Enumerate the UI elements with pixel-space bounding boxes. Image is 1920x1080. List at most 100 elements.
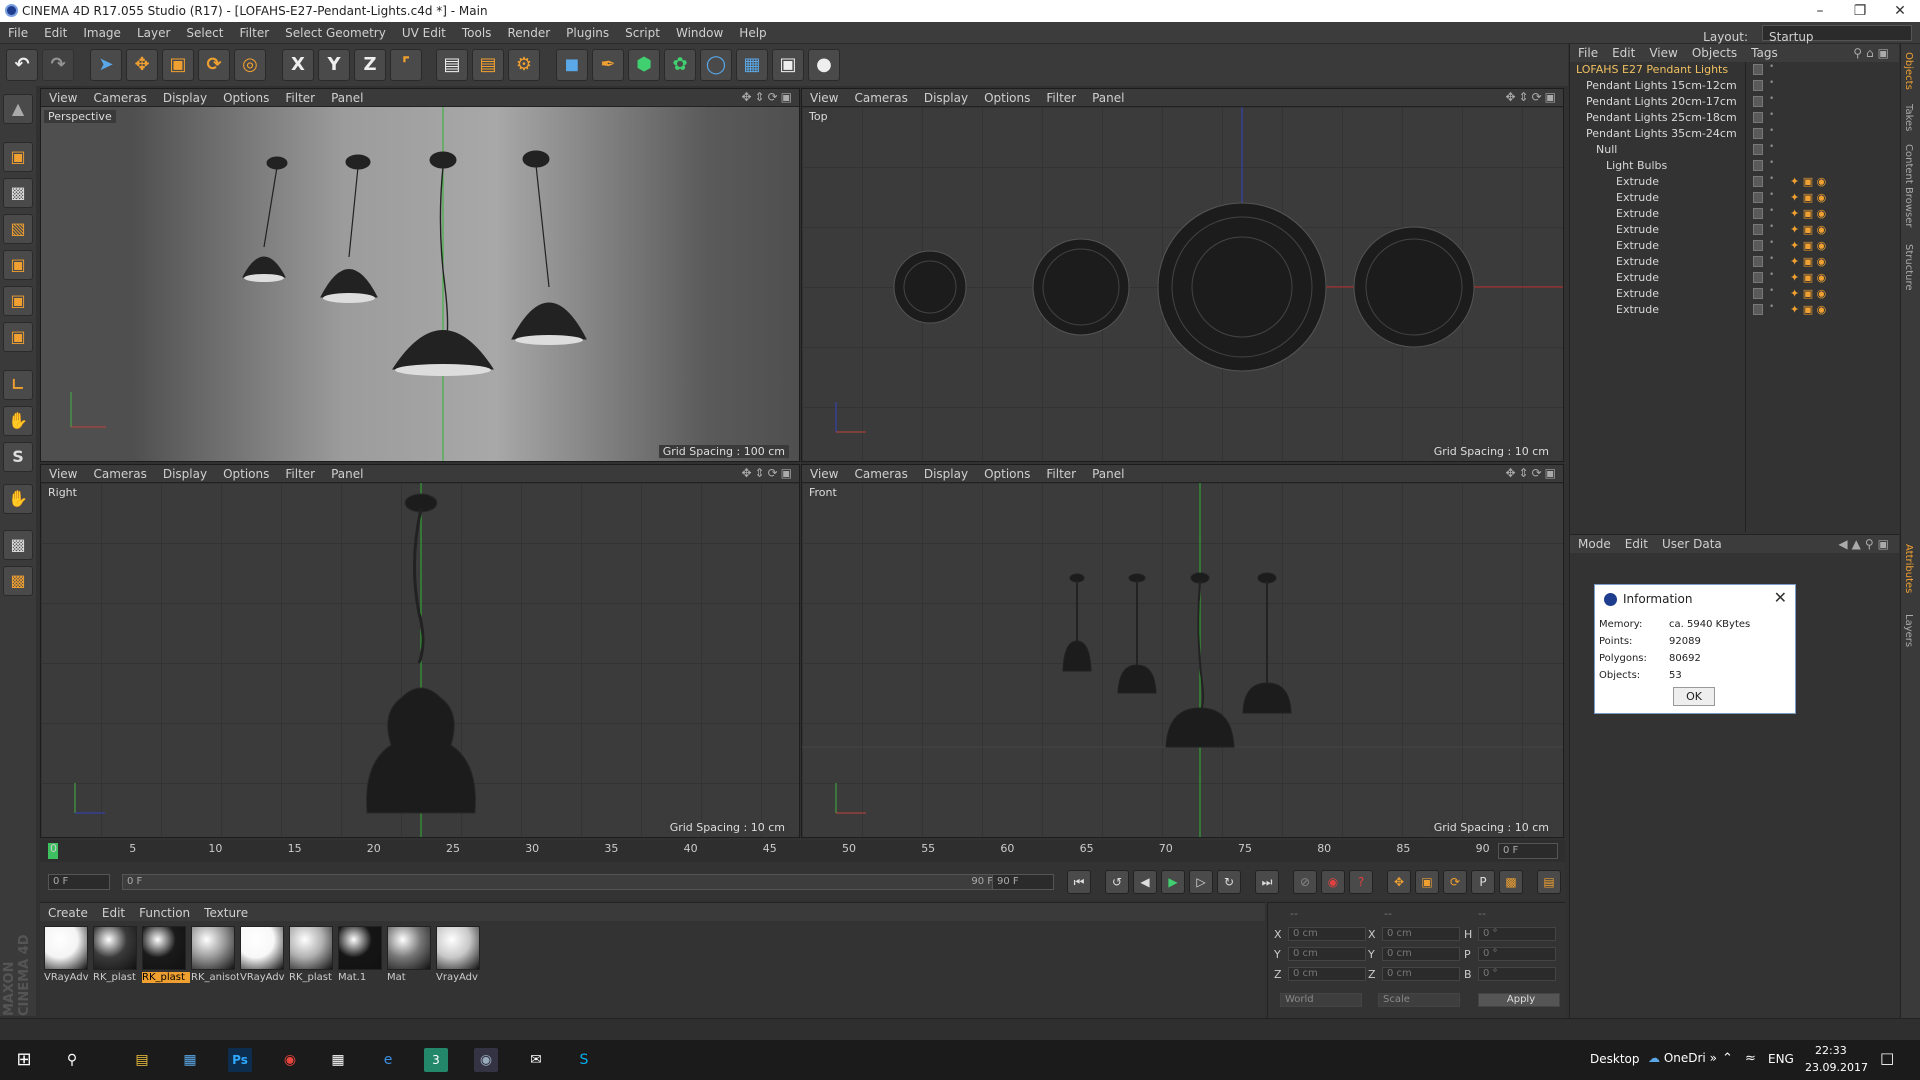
notifications-icon[interactable]: □ <box>1880 1049 1894 1067</box>
menu-help[interactable]: Help <box>731 22 774 40</box>
object-row[interactable]: Light Bulbs • <box>1570 158 1900 174</box>
material-tags-icon[interactable]: ✦ ▣ ◉ <box>1790 175 1826 188</box>
app-3-icon[interactable]: 3 <box>424 1048 448 1072</box>
render-dots-icon[interactable]: • <box>1769 174 1774 184</box>
autokey-icon[interactable]: ? <box>1349 870 1373 894</box>
key-parameter-icon[interactable]: P <box>1471 870 1495 894</box>
attr-menu-edit[interactable]: Edit <box>1617 535 1654 551</box>
viewport-top[interactable]: View Cameras Display Options Filter Panel ✥⇕⟳… <box>801 88 1564 462</box>
material-tags-icon[interactable]: ✦ ▣ ◉ <box>1790 303 1826 316</box>
cinema4d-taskbar-icon[interactable]: ◉ <box>474 1048 498 1072</box>
attr-menu-mode[interactable]: Mode <box>1570 535 1617 551</box>
start-frame-field[interactable]: 0 F <box>48 874 110 890</box>
material-tags-icon[interactable]: ✦ ▣ ◉ <box>1790 239 1826 252</box>
render-dots-icon[interactable]: • <box>1769 190 1774 200</box>
object-row[interactable]: Extrude • ✦ ▣ ◉ <box>1570 270 1900 286</box>
skype-icon[interactable]: S <box>572 1048 596 1072</box>
visibility-toggle[interactable] <box>1753 112 1763 123</box>
world-dropdown[interactable]: World <box>1280 993 1362 1007</box>
network-icon[interactable]: ≈ <box>1745 1051 1756 1066</box>
vp-menu-view[interactable]: View <box>41 465 85 481</box>
menu-window[interactable]: Window <box>668 22 731 40</box>
object-row[interactable]: Pendant Lights 20cm-17cm • <box>1570 94 1900 110</box>
make-editable-icon[interactable]: ▲ <box>3 94 33 124</box>
visibility-toggle[interactable] <box>1753 64 1763 75</box>
render-dots-icon[interactable]: • <box>1769 286 1774 296</box>
floor-icon[interactable]: ▦ <box>736 49 768 81</box>
render-dots-icon[interactable]: • <box>1769 126 1774 136</box>
z-axis-lock-icon[interactable]: Z <box>354 49 386 81</box>
attr-menu-user-data[interactable]: User Data <box>1654 535 1728 551</box>
render-dots-icon[interactable]: • <box>1769 238 1774 248</box>
polygons-mode-icon[interactable]: ▣ <box>3 322 33 352</box>
visibility-toggle[interactable] <box>1753 304 1763 315</box>
visibility-toggle[interactable] <box>1753 256 1763 267</box>
menu-plugins[interactable]: Plugins <box>558 22 617 40</box>
menu-filter[interactable]: Filter <box>231 22 277 40</box>
coord-value-field[interactable]: 0 cm <box>1288 947 1366 961</box>
object-row[interactable]: Extrude • ✦ ▣ ◉ <box>1570 286 1900 302</box>
mat-menu-function[interactable]: Function <box>131 903 196 920</box>
coord-value-field[interactable]: 0 ° <box>1478 967 1556 981</box>
mat-menu-edit[interactable]: Edit <box>94 903 131 920</box>
go-to-start-icon[interactable]: ⏮ <box>1067 870 1091 894</box>
clock-time[interactable]: 22:33 <box>1815 1044 1847 1057</box>
visibility-toggle[interactable] <box>1753 176 1763 187</box>
material-swatch[interactable]: VRayAdv <box>240 926 285 986</box>
edges-mode-icon[interactable]: ▣ <box>3 286 33 316</box>
render-dots-icon[interactable]: • <box>1769 94 1774 104</box>
visibility-toggle[interactable] <box>1753 240 1763 251</box>
next-key-icon[interactable]: ↻ <box>1217 870 1241 894</box>
object-row[interactable]: Extrude • ✦ ▣ ◉ <box>1570 190 1900 206</box>
y-axis-lock-icon[interactable]: Y <box>318 49 350 81</box>
language-indicator[interactable]: ENG <box>1768 1052 1794 1066</box>
scale-tool-icon[interactable]: ▣ <box>162 49 194 81</box>
viewport-nav-icons[interactable]: ✥⇕⟳▣ <box>741 466 795 480</box>
material-swatch[interactable]: VrayAdv <box>436 926 480 986</box>
vp-menu-options[interactable]: Options <box>976 89 1038 105</box>
vp-menu-panel[interactable]: Panel <box>1084 89 1132 105</box>
record-active-icon[interactable]: ◉ <box>1321 870 1345 894</box>
workplane-mode-icon[interactable]: ▧ <box>3 214 33 244</box>
move-tool-icon[interactable]: ✥ <box>126 49 158 81</box>
render-dots-icon[interactable]: • <box>1769 62 1774 72</box>
vp-menu-view[interactable]: View <box>802 465 846 481</box>
render-dots-icon[interactable]: • <box>1769 270 1774 280</box>
mat-menu-create[interactable]: Create <box>40 903 94 920</box>
menu-select[interactable]: Select <box>178 22 231 40</box>
record-keys-disabled-icon[interactable]: ⊘ <box>1293 870 1317 894</box>
material-swatch[interactable]: RK_plast <box>289 926 333 986</box>
material-tags-icon[interactable]: ✦ ▣ ◉ <box>1790 287 1826 300</box>
onedrive-toolbar[interactable]: ☁ OneDri » <box>1648 1051 1717 1065</box>
go-to-end-icon[interactable]: ⏭ <box>1255 870 1279 894</box>
vp-menu-panel[interactable]: Panel <box>323 89 371 105</box>
close-window-button[interactable]: ✕ <box>1880 0 1920 22</box>
visibility-toggle[interactable] <box>1753 192 1763 203</box>
material-tags-icon[interactable]: ✦ ▣ ◉ <box>1790 207 1826 220</box>
minimize-button[interactable]: – <box>1800 0 1840 22</box>
snapping-icon[interactable]: S <box>3 442 33 472</box>
subdivision-surface-icon[interactable]: ⬢ <box>628 49 660 81</box>
material-swatch[interactable]: RK_plast <box>142 926 190 986</box>
visibility-toggle[interactable] <box>1753 144 1763 155</box>
mail-icon[interactable]: ✉ <box>524 1048 548 1072</box>
vp-menu-panel[interactable]: Panel <box>323 465 371 481</box>
object-row[interactable]: Extrude • ✦ ▣ ◉ <box>1570 254 1900 270</box>
vp-menu-options[interactable]: Options <box>215 89 277 105</box>
visibility-toggle[interactable] <box>1753 224 1763 235</box>
menu-file[interactable]: File <box>0 22 36 40</box>
timeline-ruler[interactable]: 0 5 10 15 20 25 30 35 40 45 50 55 60 65 70 75 80 85 90 0 F <box>40 840 1565 862</box>
redo-icon[interactable]: ↷ <box>42 49 74 81</box>
chrome-icon[interactable]: ◉ <box>278 1048 302 1072</box>
calculator-icon[interactable]: ▦ <box>326 1048 350 1072</box>
chevron-up-icon[interactable]: ⌃ <box>1722 1051 1733 1066</box>
material-swatch[interactable]: RK_plast <box>93 926 137 986</box>
render-dots-icon[interactable]: • <box>1769 302 1774 312</box>
points-mode-icon[interactable]: ▣ <box>3 250 33 280</box>
cube-primitive-icon[interactable]: ◼ <box>556 49 588 81</box>
render-dots-icon[interactable]: • <box>1769 222 1774 232</box>
obj-menu-tags[interactable]: Tags <box>1743 44 1784 60</box>
obj-menu-file[interactable]: File <box>1570 44 1604 60</box>
visibility-toggle[interactable] <box>1753 80 1763 91</box>
vp-menu-display[interactable]: Display <box>155 89 215 105</box>
